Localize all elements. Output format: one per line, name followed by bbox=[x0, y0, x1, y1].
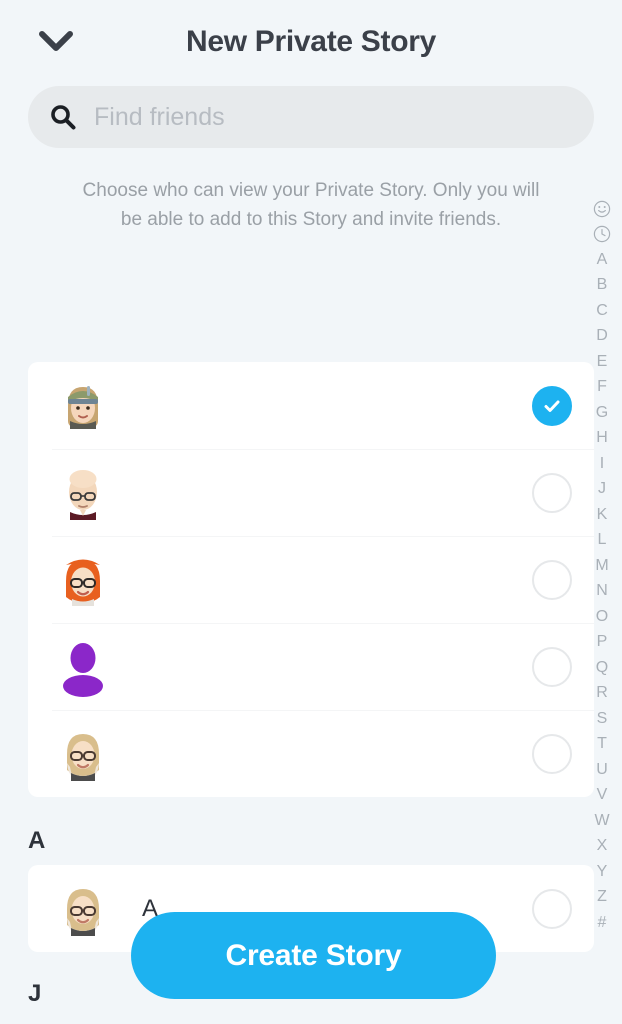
alpha-index-o[interactable]: O bbox=[596, 604, 608, 630]
alpha-index-hash[interactable]: # bbox=[598, 910, 607, 936]
alpha-index-k[interactable]: K bbox=[597, 502, 608, 528]
search-input[interactable] bbox=[94, 102, 572, 132]
alpha-index-s[interactable]: S bbox=[597, 706, 608, 732]
page-title: New Private Story bbox=[185, 25, 436, 58]
avatar bbox=[52, 878, 114, 940]
alpha-index-v[interactable]: V bbox=[597, 783, 608, 809]
avatar bbox=[52, 462, 114, 524]
alpha-index-a[interactable]: A bbox=[597, 247, 608, 273]
table-row[interactable] bbox=[28, 449, 594, 536]
clock-icon[interactable] bbox=[593, 222, 611, 248]
alpha-index-m[interactable]: M bbox=[595, 553, 608, 579]
alpha-index-l[interactable]: L bbox=[598, 528, 607, 554]
alpha-index-g[interactable]: G bbox=[596, 400, 608, 426]
alpha-index-y[interactable]: Y bbox=[597, 859, 608, 885]
alpha-index-b[interactable]: B bbox=[597, 273, 608, 299]
alpha-index-x[interactable]: X bbox=[597, 834, 608, 860]
alpha-index-t[interactable]: T bbox=[597, 732, 607, 758]
search-bar[interactable] bbox=[28, 86, 594, 148]
alpha-index-h[interactable]: H bbox=[596, 426, 608, 452]
avatar bbox=[52, 549, 114, 611]
alpha-index-r[interactable]: R bbox=[596, 681, 608, 707]
friend-list-recents bbox=[28, 362, 594, 797]
header: New Private Story bbox=[0, 0, 622, 84]
alpha-index-q[interactable]: Q bbox=[596, 655, 608, 681]
select-checkbox[interactable] bbox=[532, 646, 572, 687]
select-checkbox[interactable] bbox=[532, 472, 572, 513]
avatar bbox=[52, 375, 114, 437]
create-story-button[interactable]: Create Story bbox=[131, 912, 496, 999]
alpha-index-i[interactable]: I bbox=[600, 451, 604, 477]
alpha-index-j[interactable]: J bbox=[598, 477, 606, 503]
alpha-index-d[interactable]: D bbox=[596, 324, 608, 350]
select-checkbox[interactable] bbox=[532, 733, 572, 774]
alpha-index-f[interactable]: F bbox=[597, 375, 607, 401]
alpha-index-u[interactable]: U bbox=[596, 757, 608, 783]
private-story-description: Choose who can view your Private Story. … bbox=[82, 180, 540, 230]
alpha-index-c[interactable]: C bbox=[596, 298, 608, 324]
alpha-index-p[interactable]: P bbox=[597, 630, 608, 656]
alpha-index-n[interactable]: N bbox=[596, 579, 608, 605]
table-row[interactable] bbox=[28, 710, 594, 797]
chevron-down-icon[interactable] bbox=[34, 20, 78, 64]
smiley-icon[interactable] bbox=[593, 196, 611, 222]
alpha-index-e[interactable]: E bbox=[597, 349, 608, 375]
section-header-a: A bbox=[28, 827, 46, 854]
select-checkbox[interactable] bbox=[532, 385, 572, 426]
search-icon bbox=[50, 104, 76, 130]
alpha-index-w[interactable]: W bbox=[594, 808, 609, 834]
select-checkbox[interactable] bbox=[532, 888, 572, 929]
section-header-recents: Recents bbox=[0, 350, 622, 352]
table-row[interactable] bbox=[28, 362, 594, 449]
table-row[interactable] bbox=[28, 536, 594, 623]
avatar bbox=[52, 723, 114, 785]
avatar-placeholder bbox=[52, 636, 114, 698]
alpha-index-z[interactable]: Z bbox=[597, 885, 607, 911]
select-checkbox[interactable] bbox=[532, 559, 572, 600]
table-row[interactable] bbox=[28, 623, 594, 710]
alphabet-index[interactable]: A B C D E F G H I J K L M N O P Q R S T … bbox=[582, 196, 622, 936]
